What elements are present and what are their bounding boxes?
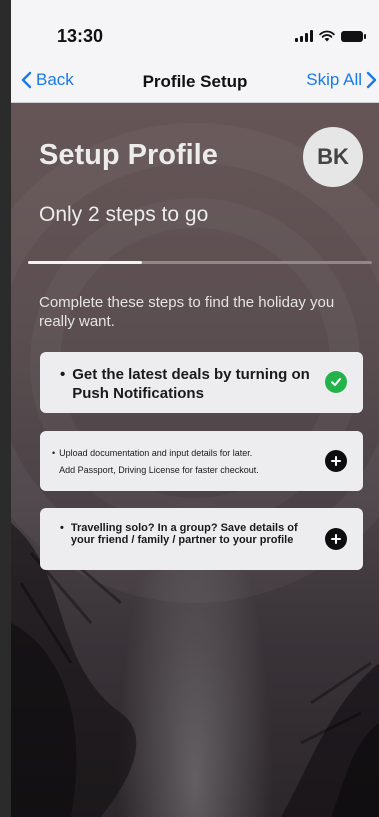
plus-circle-icon[interactable] — [325, 528, 347, 550]
skip-all-button[interactable]: Skip All — [306, 70, 377, 90]
progress-bar — [28, 261, 372, 264]
plus-circle-icon[interactable] — [325, 450, 347, 472]
step-description-line: Add Passport, Driving License for faster… — [59, 465, 259, 475]
intro-text: Complete these steps to find the holiday… — [39, 294, 335, 330]
profile-setup-content: Setup Profile BK Only 2 steps to go Comp… — [11, 103, 379, 817]
step-description: Get the latest deals by turning on Push … — [72, 366, 310, 402]
avatar[interactable]: BK — [303, 127, 363, 187]
step-card-documentation[interactable]: • Upload documentation and input details… — [40, 431, 363, 491]
step-description-line: Upload documentation and input details f… — [59, 448, 253, 458]
avatar-initials: BK — [317, 144, 349, 169]
battery-icon — [341, 30, 366, 42]
status-bar: 13:30 — [11, 0, 379, 66]
step-card-push-notifications[interactable]: • Get the latest deals by turning on Pus… — [40, 352, 363, 413]
step-card-travel-companions[interactable]: • Travelling solo? In a group? Save deta… — [40, 508, 363, 570]
steps-remaining-text: Only 2 steps to go — [39, 203, 209, 226]
step-description: Travelling solo? In a group? Save detail… — [70, 522, 298, 546]
progress-bar-fill — [28, 261, 142, 264]
navigation-bar: Back Profile Setup Skip All — [11, 66, 379, 103]
wifi-icon — [319, 30, 335, 42]
page-title: Setup Profile — [39, 139, 218, 171]
phone-screen: 13:30 Back Profile Setup Skip All Setup … — [11, 0, 379, 817]
status-time: 13:30 — [57, 26, 104, 46]
skip-all-label: Skip All — [306, 70, 362, 89]
check-circle-icon — [325, 371, 347, 393]
chevron-right-icon — [366, 71, 377, 89]
system-icons — [295, 28, 366, 44]
cellular-signal-icon — [295, 30, 313, 42]
